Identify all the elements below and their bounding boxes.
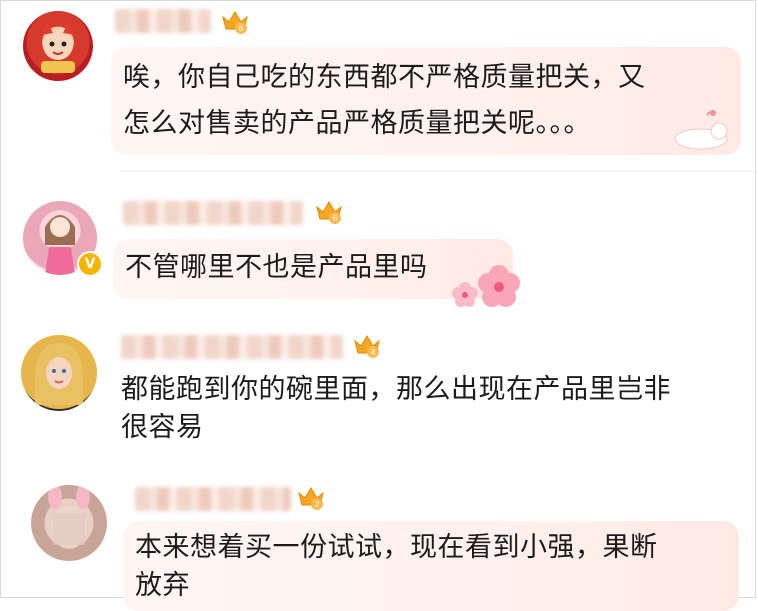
- comment-text: 唉，你自己吃的东西都不严格质量把关，又: [123, 62, 646, 93]
- username-blurred[interactable]: [135, 487, 291, 511]
- girl-with-bunny-ears-avatar-icon: [48, 485, 90, 549]
- avatar[interactable]: [31, 485, 107, 561]
- username-blurred[interactable]: [121, 335, 343, 359]
- blonde-girl-avatar-icon: [35, 343, 83, 405]
- comment-text-continued: 放弃: [135, 570, 190, 601]
- svg-text:6: 6: [238, 24, 243, 33]
- cartoon-cat-avatar-icon: [41, 21, 75, 73]
- level-crown-icon: 4: [353, 333, 381, 358]
- flower-sticker-icon: [452, 265, 520, 307]
- avatar[interactable]: [23, 11, 93, 81]
- username-blurred[interactable]: [115, 9, 211, 33]
- comment-text-continued: 很容易: [121, 412, 204, 443]
- svg-text:4: 4: [370, 348, 375, 357]
- svg-text:2: 2: [314, 500, 319, 509]
- level-crown-icon: 6: [315, 199, 343, 224]
- level-crown-icon: 6: [221, 9, 249, 34]
- verified-badge-icon: V: [77, 251, 103, 277]
- comment-section: 6 唉，你自己吃的东西都不严格质量把关，又 怎么对售卖的产品严格质量把关呢。。。: [0, 0, 757, 611]
- username-blurred[interactable]: [123, 201, 303, 225]
- avatar[interactable]: [21, 335, 97, 411]
- sleeping-cat-sticker-icon: [674, 110, 728, 150]
- comment-text-continued: 怎么对售卖的产品严格质量把关呢。。。: [123, 108, 591, 139]
- comment-text: 不管哪里不也是产品里吗: [125, 252, 428, 283]
- comment-text: 本来想着买一份试试，现在看到小强，果断: [135, 532, 658, 563]
- comment-text: 都能跑到你的碗里面，那么出现在产品里岂非: [121, 374, 671, 405]
- level-crown-icon: 2: [297, 485, 325, 510]
- divider: [121, 171, 757, 172]
- svg-text:6: 6: [332, 214, 337, 223]
